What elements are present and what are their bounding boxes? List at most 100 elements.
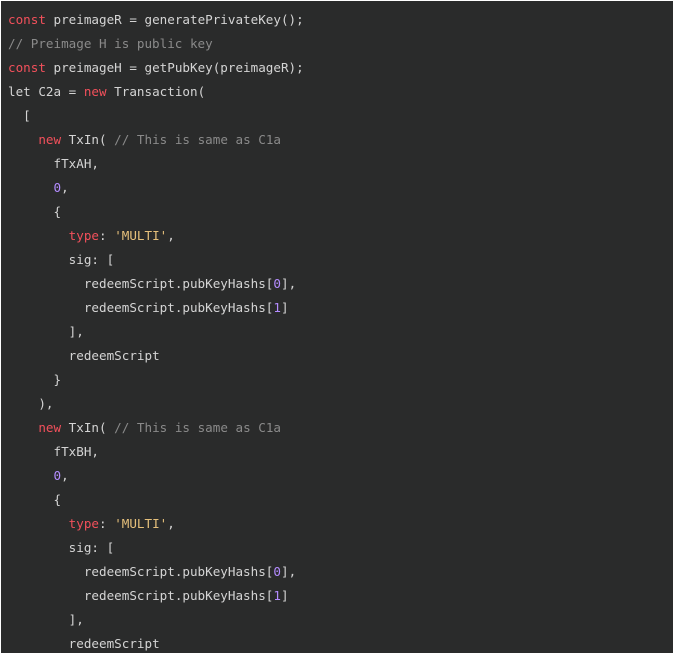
code-line: type: 'MULTI', [8, 512, 304, 536]
code-token-plain: , [61, 180, 69, 195]
code-token-plain: sig: [ [68, 252, 115, 267]
code-token-plain: { [53, 204, 62, 219]
code-line: { [8, 200, 304, 224]
code-line: } [8, 368, 304, 392]
code-token-plain: sig: [ [68, 540, 115, 555]
code-token-plain: fTxBH, [53, 444, 100, 459]
code-token-plain: ], [280, 276, 297, 291]
code-token-number: 1 [273, 300, 281, 315]
code-line: let C2a = new Transaction( [8, 80, 304, 104]
code-token-plain: } [53, 372, 62, 387]
code-line: ), [8, 392, 304, 416]
code-line: 0, [8, 176, 304, 200]
code-block: const preimageR = generatePrivateKey(); /… [1, 1, 673, 653]
code-token-keyword: type [68, 228, 100, 243]
code-token-plain: , [61, 468, 69, 483]
code-token-plain: Transaction( [106, 84, 206, 99]
code-token-plain: , [167, 516, 175, 531]
code-token-plain: ] [280, 588, 289, 603]
code-token-plain: { [53, 492, 62, 507]
code-token-plain: redeemScript.pubKeyHashs[ [83, 276, 274, 291]
code-token-plain: redeemScript.pubKeyHashs[ [83, 300, 274, 315]
code-token-number: 0 [53, 468, 62, 483]
code-token-number: 0 [273, 276, 281, 291]
code-token-comment: // This is same as C1a [114, 132, 281, 147]
code-token-number: 0 [273, 564, 281, 579]
code-token-plain: TxIn( [61, 132, 115, 147]
code-line: const preimageR = generatePrivateKey(); [8, 8, 304, 32]
code-line: ], [8, 320, 304, 344]
code-token-plain: : [99, 228, 115, 243]
code-token-keyword: const [8, 12, 46, 27]
code-line: ], [8, 608, 304, 632]
code-token-plain: ], [68, 324, 84, 339]
code-line: redeemScript [8, 632, 304, 653]
code-line: redeemScript [8, 344, 304, 368]
code-line: redeemScript.pubKeyHashs[0], [8, 272, 304, 296]
code-token-plain: ), [38, 396, 54, 411]
code-token-number: 1 [273, 588, 281, 603]
code-token-keyword: type [68, 516, 100, 531]
code-token-plain: preimageH = getPubKey(preimageR); [45, 60, 304, 75]
code-token-comment: // This is same as C1a [114, 420, 281, 435]
code-token-plain: , [167, 228, 175, 243]
code-line: fTxBH, [8, 440, 304, 464]
code-lines: const preimageR = generatePrivateKey(); /… [8, 8, 304, 653]
code-token-number: 0 [53, 180, 62, 195]
code-token-plain: redeemScript [68, 636, 160, 651]
code-line: new TxIn( // This is same as C1a [8, 416, 304, 440]
code-line: { [8, 488, 304, 512]
code-token-comment: // Preimage H is public key [8, 36, 213, 51]
code-line: sig: [ [8, 248, 304, 272]
code-line: redeemScript.pubKeyHashs[0], [8, 560, 304, 584]
code-token-plain: redeemScript [68, 348, 160, 363]
code-token-plain: redeemScript.pubKeyHashs[ [83, 564, 274, 579]
code-line: sig: [ [8, 536, 304, 560]
code-token-plain: fTxAH, [53, 156, 100, 171]
code-token-string: 'MULTI' [114, 516, 168, 531]
code-token-plain: let C2a = [8, 84, 84, 99]
code-token-plain: ] [280, 300, 289, 315]
code-line: [ [8, 104, 304, 128]
code-token-keyword: const [8, 60, 46, 75]
code-line: 0, [8, 464, 304, 488]
code-token-keyword: new [38, 420, 62, 435]
code-token-string: 'MULTI' [114, 228, 168, 243]
code-token-plain: ], [280, 564, 297, 579]
code-line: redeemScript.pubKeyHashs[1] [8, 584, 304, 608]
code-line: // Preimage H is public key [8, 32, 304, 56]
code-token-plain: ], [68, 612, 84, 627]
code-token-plain: redeemScript.pubKeyHashs[ [83, 588, 274, 603]
code-line: new TxIn( // This is same as C1a [8, 128, 304, 152]
code-line: const preimageH = getPubKey(preimageR); [8, 56, 304, 80]
code-token-plain: preimageR = generatePrivateKey(); [45, 12, 304, 27]
code-token-keyword: new [38, 132, 62, 147]
code-line: fTxAH, [8, 152, 304, 176]
code-token-keyword: new [83, 84, 107, 99]
code-token-plain: TxIn( [61, 420, 115, 435]
code-token-plain: [ [23, 108, 31, 123]
